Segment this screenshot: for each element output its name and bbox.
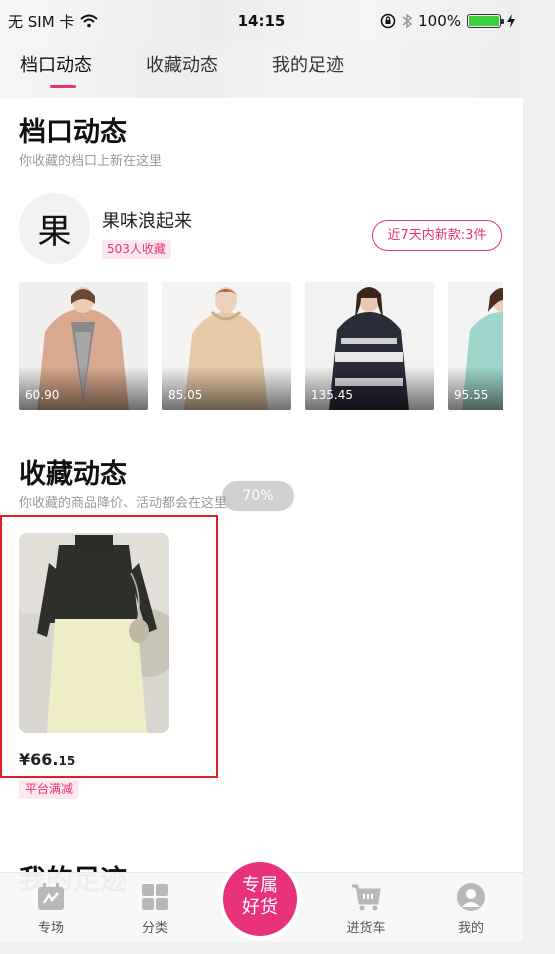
grid-icon [142, 884, 168, 910]
nav-label: 我的 [457, 921, 484, 936]
cart-icon [352, 884, 381, 911]
charging-icon [507, 14, 515, 28]
nav-item-special[interactable]: 专场 [16, 881, 86, 936]
tab-favorites-updates[interactable]: 收藏动态 [146, 42, 218, 98]
bluetooth-icon [402, 13, 413, 29]
shop-avatar[interactable]: 果 [19, 193, 90, 264]
status-right: 100% [380, 12, 515, 30]
active-tab-indicator [50, 84, 76, 88]
price-main: ¥66. [19, 750, 59, 769]
fav-section-title: 收藏动态 [19, 459, 127, 490]
favorite-item-image[interactable] [19, 533, 169, 733]
progress-toast: 70% [222, 481, 294, 511]
product-price: 85.05 [168, 388, 203, 402]
orientation-lock-icon [380, 13, 396, 29]
center-button-line1: 专属 [242, 875, 278, 896]
nav-label: 分类 [141, 921, 168, 936]
calendar-icon [38, 883, 64, 910]
favorite-item-card[interactable] [0, 515, 218, 778]
product-thumb[interactable]: 95.55 [448, 282, 503, 410]
new-items-button[interactable]: 近7天内新款:3件 [372, 220, 502, 251]
shop-name[interactable]: 果味浪起来 [102, 207, 192, 233]
tab-shop-updates[interactable]: 档口动态 [20, 42, 92, 98]
promo-tag: 平台满减 [19, 780, 80, 799]
shop-fav-count-badge: 503人收藏 [102, 240, 171, 259]
product-price: 135.45 [311, 388, 353, 402]
product-price: 60.90 [25, 388, 60, 402]
battery-icon [467, 14, 504, 28]
product-thumb[interactable]: 60.90 [19, 282, 148, 410]
product-thumb[interactable]: 135.45 [305, 282, 434, 410]
product-price: 95.55 [454, 388, 489, 402]
battery-percent: 100% [418, 12, 461, 30]
product-strip: 60.90 85.05 135.45 95.55 [19, 282, 503, 412]
favorite-item-price: ¥66.15 [19, 750, 75, 769]
tab-my-footprint[interactable]: 我的足迹 [272, 42, 344, 98]
nav-label: 专场 [37, 921, 64, 936]
product-image [19, 533, 169, 733]
shop-section-subtitle: 你收藏的档口上新在这里 [19, 154, 163, 169]
carrier-label: 无 SIM 卡 [8, 12, 75, 31]
fav-section-subtitle: 你收藏的商品降价、活动都会在这里 [19, 496, 228, 511]
nav-item-mine[interactable]: 我的 [436, 881, 506, 936]
shop-section-title: 档口动态 [19, 117, 127, 148]
nav-item-category[interactable]: 分类 [120, 881, 190, 936]
center-button-line2: 好货 [242, 897, 278, 918]
exclusive-goods-button[interactable]: 专属 好货 [223, 862, 297, 936]
battery-fill [469, 16, 499, 26]
tab-label: 收藏动态 [146, 54, 218, 76]
nav-label: 进货车 [346, 921, 386, 936]
status-bar: 无 SIM 卡 14:15 100% [0, 0, 523, 42]
top-tab-bar: 档口动态 收藏动态 我的足迹 [0, 42, 523, 98]
price-decimal: 15 [58, 754, 76, 768]
tab-label: 档口动态 [20, 54, 92, 76]
status-left: 无 SIM 卡 [8, 11, 99, 32]
user-icon [457, 883, 485, 911]
product-thumb[interactable]: 85.05 [162, 282, 291, 410]
nav-item-cart[interactable]: 进货车 [331, 881, 401, 936]
wifi-icon [80, 14, 99, 28]
tab-label: 我的足迹 [272, 54, 344, 76]
app-screen: 无 SIM 卡 14:15 100% 档口动态 收藏动态 我的足迹 档口动态 你… [0, 0, 523, 942]
